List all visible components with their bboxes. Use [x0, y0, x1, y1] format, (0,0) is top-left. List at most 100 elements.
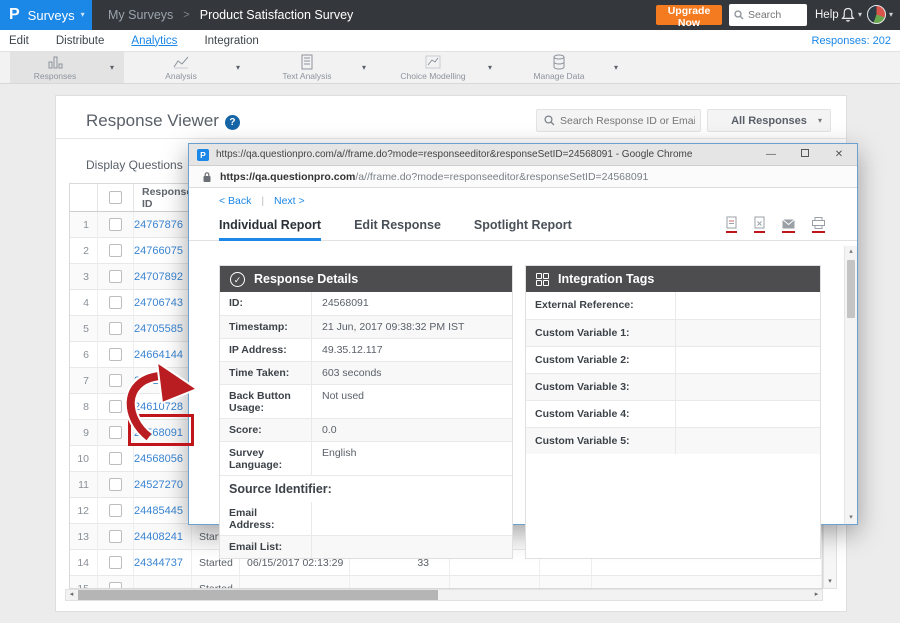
url-path: /a//frame.do?mode=responseeditor&respons…	[355, 171, 648, 183]
print-export-icon[interactable]	[812, 216, 825, 233]
response-id-link[interactable]: 24408241	[134, 524, 192, 549]
scroll-down-icon[interactable]: ▾	[824, 576, 836, 588]
popup-title-bar[interactable]: P https://qa.questionpro.com/a//frame.do…	[189, 144, 857, 166]
detail-value: Not used	[312, 385, 372, 418]
row-checkbox[interactable]	[109, 556, 122, 569]
toolbar-responses-button[interactable]: Responses	[10, 52, 100, 83]
detail-label: ID:	[220, 292, 312, 315]
detail-label: Time Taken:	[220, 362, 312, 384]
toolbar-text-analysis-dropdown[interactable]: ▾	[352, 52, 376, 83]
tab-edit-response[interactable]: Edit Response	[354, 212, 441, 241]
row-checkbox-cell	[98, 524, 134, 549]
tag-row: External Reference:	[526, 292, 820, 319]
breadcrumb-my-surveys[interactable]: My Surveys	[108, 8, 173, 22]
row-checkbox[interactable]	[109, 504, 122, 517]
excel-export-icon[interactable]	[754, 216, 765, 233]
response-id-link[interactable]: 24705585	[134, 316, 192, 341]
response-id-link[interactable]: 24527270	[134, 472, 192, 497]
row-checkbox[interactable]	[109, 478, 122, 491]
response-id-link[interactable]: 24707892	[134, 264, 192, 289]
row-checkbox[interactable]	[109, 530, 122, 543]
notifications-button[interactable]: ▾	[841, 7, 862, 23]
help-link[interactable]: Help	[815, 0, 839, 30]
row-checkbox[interactable]	[109, 296, 122, 309]
tab-spotlight-report[interactable]: Spotlight Report	[474, 212, 572, 241]
popup-vertical-scrollbar[interactable]: ▴ ▾	[844, 246, 857, 524]
table-row[interactable]: 15 Started	[70, 576, 822, 589]
row-checkbox[interactable]	[109, 452, 122, 465]
popup-scroll-thumb[interactable]	[847, 260, 855, 318]
back-link[interactable]: < Back	[219, 195, 251, 207]
toolbar-manage-data-dropdown[interactable]: ▾	[604, 52, 628, 83]
source-identifier-header: Source Identifier:	[220, 475, 512, 502]
toolbar-manage-data-button[interactable]: Manage Data	[514, 52, 604, 83]
response-id-link[interactable]: 24706743	[134, 290, 192, 315]
account-menu[interactable]: ▾	[867, 5, 893, 24]
response-id-link[interactable]: 24766075	[134, 238, 192, 263]
text-analysis-icon	[298, 54, 316, 70]
response-search-input[interactable]	[560, 115, 695, 127]
toolbar-text-analysis-button[interactable]: Text Analysis	[262, 52, 352, 83]
close-button[interactable]: ✕	[829, 149, 849, 160]
response-id-link[interactable]: 24568056	[134, 446, 192, 471]
toolbar-group-text-analysis: Text Analysis ▾	[262, 52, 376, 83]
scroll-down-icon[interactable]: ▾	[845, 512, 857, 524]
row-checkbox-cell	[98, 550, 134, 575]
product-switcher[interactable]: P Surveys ▾	[0, 0, 92, 30]
chrome-popup-window: P https://qa.questionpro.com/a//frame.do…	[188, 143, 858, 525]
row-number: 7	[70, 368, 98, 393]
row-checkbox[interactable]	[109, 244, 122, 257]
popup-window-title: https://qa.questionpro.com/a//frame.do?m…	[216, 149, 747, 160]
row-checkbox[interactable]	[109, 218, 122, 231]
response-id-link[interactable]: 24767876	[134, 212, 192, 237]
nav-item-distribute[interactable]: Distribute	[56, 35, 105, 47]
row-extra-2	[540, 576, 592, 589]
response-id-link[interactable]	[134, 576, 192, 589]
tag-value	[676, 374, 694, 400]
horizontal-scroll-thumb[interactable]	[78, 590, 438, 600]
help-icon[interactable]: ?	[225, 115, 240, 130]
minimize-button[interactable]: —	[761, 149, 781, 160]
upgrade-now-button[interactable]: Upgrade Now	[656, 5, 722, 25]
toolbar-analysis-button[interactable]: Analysis	[136, 52, 226, 83]
row-checkbox[interactable]	[109, 270, 122, 283]
response-id-link[interactable]: 24485445	[134, 498, 192, 523]
detail-label: Score:	[220, 419, 312, 441]
toolbar-choice-modelling-button[interactable]: Choice Modelling	[388, 52, 478, 83]
toolbar-analysis-dropdown[interactable]: ▾	[226, 52, 250, 83]
tag-row: Custom Variable 1:	[526, 319, 820, 346]
popup-url-bar[interactable]: https://qa.questionpro.com/a//frame.do?m…	[189, 166, 857, 188]
response-details-panel: ✓ Response Details ID: 24568091 Timestam…	[219, 265, 513, 559]
select-all-checkbox[interactable]	[109, 191, 122, 204]
detail-row: Score: 0.0	[220, 418, 512, 441]
global-search-input[interactable]	[748, 9, 806, 21]
toolbar-responses-dropdown[interactable]: ▾	[100, 52, 124, 83]
scroll-up-icon[interactable]: ▴	[845, 246, 857, 258]
row-checkbox[interactable]	[109, 582, 122, 589]
display-questions-label: Display Questions	[86, 158, 183, 172]
row-checkbox[interactable]	[109, 348, 122, 361]
toolbar-choice-modelling-dropdown[interactable]: ▾	[478, 52, 502, 83]
pdf-export-icon[interactable]	[726, 216, 737, 233]
next-link[interactable]: Next >	[274, 195, 305, 207]
lock-icon	[202, 171, 212, 183]
scroll-left-icon[interactable]: ◂	[66, 590, 77, 600]
tag-label: Custom Variable 2:	[526, 347, 676, 373]
response-time-taken	[350, 576, 450, 589]
responses-filter-dropdown[interactable]: All Responses ▾	[707, 109, 831, 132]
row-checkbox[interactable]	[109, 322, 122, 335]
toolbar-label: Text Analysis	[282, 71, 331, 81]
response-id-link[interactable]: 24344737	[134, 550, 192, 575]
table-horizontal-scrollbar[interactable]: ◂ ▸	[65, 589, 823, 601]
scroll-right-icon[interactable]: ▸	[811, 590, 822, 600]
top-bar: P Surveys ▾ My Surveys > Product Satisfa…	[0, 0, 900, 30]
nav-item-analytics[interactable]: Analytics	[131, 35, 177, 47]
detail-label: IP Address:	[220, 339, 312, 361]
header-response-id[interactable]: Response ID▲	[134, 184, 192, 211]
nav-item-integration[interactable]: Integration	[204, 35, 258, 47]
search-icon	[544, 115, 555, 126]
nav-item-edit[interactable]: Edit	[9, 35, 29, 47]
tab-individual-report[interactable]: Individual Report	[219, 212, 321, 241]
email-export-icon[interactable]	[782, 216, 795, 233]
maximize-button[interactable]	[795, 149, 815, 160]
